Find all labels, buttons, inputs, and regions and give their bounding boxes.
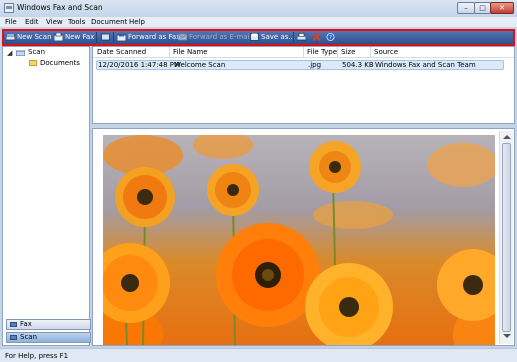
scanner-icon [16,50,25,56]
toolbar-separator [293,32,294,43]
column-divider[interactable] [303,47,304,58]
status-bar: For Help, press F1 [0,348,517,362]
menu-view[interactable]: View [46,18,63,26]
cell-date: 12/20/2016 1:47:48 PM [98,61,181,69]
cell-size: 504.3 KB [342,61,374,69]
fax-icon [54,33,63,41]
column-divider[interactable] [169,47,170,58]
column-divider[interactable] [337,47,338,58]
forward-fax-icon [117,34,126,41]
printer-icon[interactable] [297,33,306,41]
menu-tools[interactable]: Tools [68,18,85,26]
menu-file[interactable]: File [5,18,17,26]
cell-name: Welcome Scan [174,61,226,69]
fax-view-label: Fax [20,320,32,328]
fax-view-button[interactable]: Fax [6,319,91,330]
forward-as-email-button[interactable]: Forward as E-mail [189,32,251,43]
save-icon [250,33,259,41]
fax-icon [10,322,17,327]
menu-document[interactable]: Document [91,18,127,26]
new-scan-button[interactable]: New Scan [17,32,52,43]
title-bar[interactable]: Windows Fax and Scan – □ ✕ [0,0,517,17]
reply-icon[interactable] [101,33,110,41]
cell-type: .jpg [308,61,322,69]
scanner-icon [10,335,17,340]
toolbar-separator [113,32,114,43]
preview-scrollbar[interactable] [499,131,513,344]
scroll-down-icon[interactable] [503,334,511,338]
help-icon[interactable]: ? [326,33,335,41]
close-button[interactable]: ✕ [490,2,514,14]
menu-edit[interactable]: Edit [25,18,39,26]
scrollbar-thumb[interactable] [502,143,511,332]
menu-bar: File Edit View Tools Document Help [0,17,517,28]
scanner-icon [6,34,15,41]
tree-expander-icon[interactable]: ◢ [7,48,12,58]
column-source[interactable]: Source [374,48,398,56]
column-divider[interactable] [370,47,371,58]
scroll-up-icon[interactable] [503,135,511,139]
save-as-button[interactable]: Save as... [261,32,295,43]
list-header: Date Scanned File Name File Type Size So… [93,47,514,58]
maximize-button[interactable]: □ [474,2,491,14]
folder-icon [29,60,37,66]
flower-photo-preview [103,135,495,345]
app-window: Windows Fax and Scan – □ ✕ File Edit Vie… [0,0,517,362]
status-text: For Help, press F1 [5,352,69,360]
window-title: Windows Fax and Scan [17,3,103,12]
forward-email-icon [178,33,187,41]
column-file-type[interactable]: File Type [307,48,337,56]
new-fax-button[interactable]: New Fax [65,32,94,43]
scan-view-label: Scan [20,333,38,341]
cell-source: Windows Fax and Scan Team [375,61,476,69]
tree-item-scan[interactable]: Scan [28,47,45,57]
preview-pane [92,128,515,346]
tree-item-documents[interactable]: Documents [40,58,80,68]
delete-icon[interactable] [312,33,321,41]
folder-pane: ◢ Scan Documents Fax Scan [2,46,91,346]
menu-help[interactable]: Help [129,18,145,26]
svg-text:?: ? [329,35,332,41]
table-row[interactable]: 12/20/2016 1:47:48 PM Welcome Scan .jpg … [96,60,504,70]
scan-list: Date Scanned File Name File Type Size So… [92,46,515,124]
column-size[interactable]: Size [341,48,355,56]
fax-scan-app-icon [4,3,14,13]
minimize-button[interactable]: – [457,2,475,14]
forward-as-fax-button[interactable]: Forward as Fax [128,32,180,43]
scan-view-button[interactable]: Scan [6,332,91,343]
column-file-name[interactable]: File Name [173,48,208,56]
toolbar: New Scan New Fax Forward as Fax Forward … [2,29,515,46]
column-date-scanned[interactable]: Date Scanned [97,48,146,56]
toolbar-separator [96,32,97,43]
